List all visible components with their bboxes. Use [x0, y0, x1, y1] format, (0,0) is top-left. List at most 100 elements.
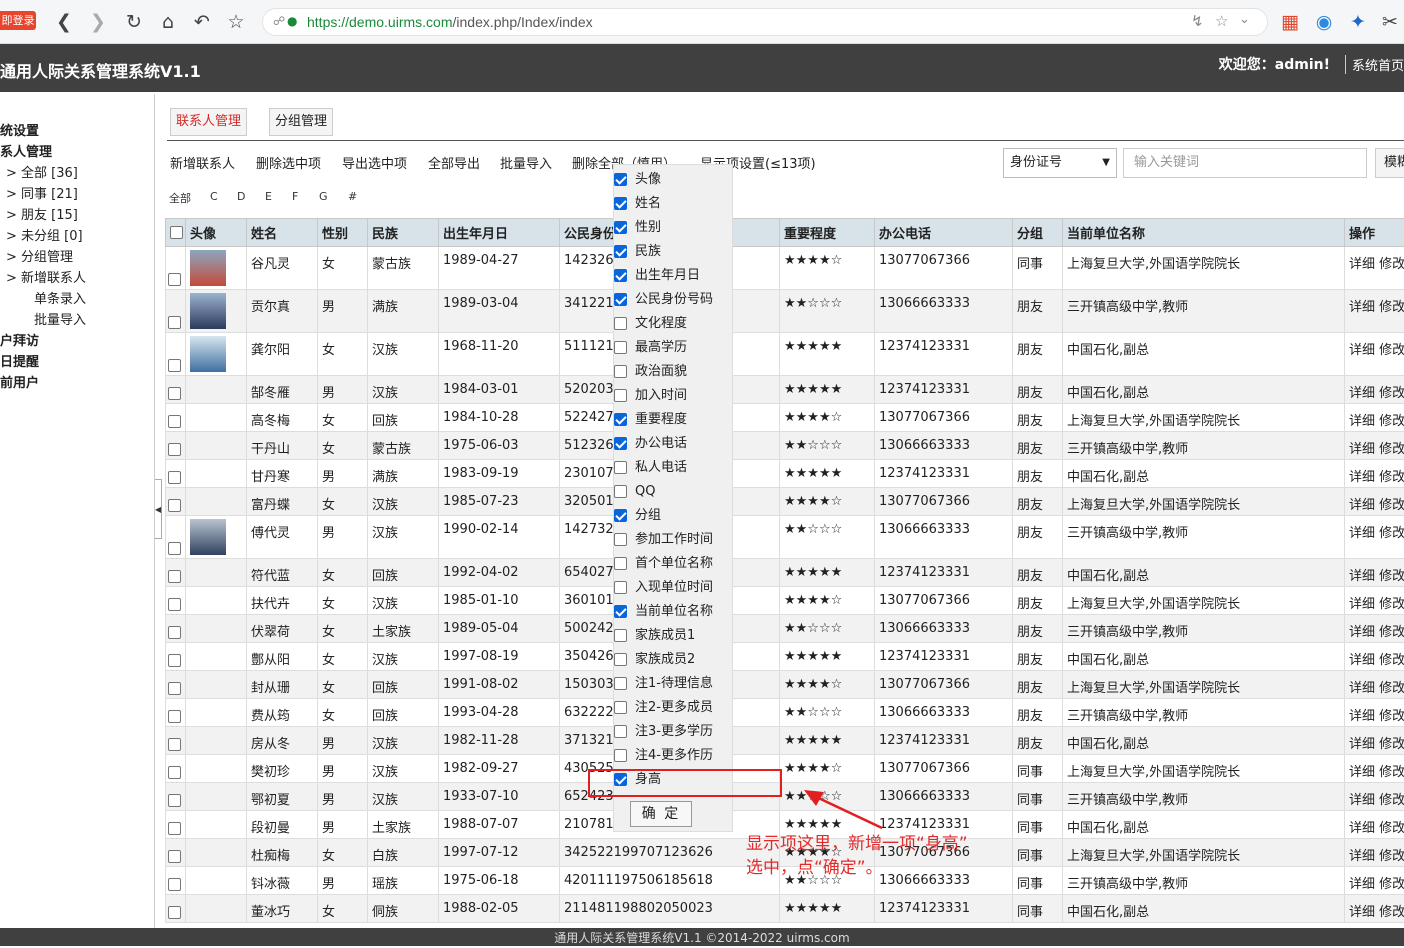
display-option-checkbox[interactable] [614, 269, 627, 282]
search-input[interactable]: 输入关键词 [1123, 148, 1367, 178]
row-ops-links[interactable]: 详细 修改 [1345, 783, 1404, 811]
row-name[interactable]: 董冰巧 [247, 895, 318, 923]
add-contact-button[interactable]: 新增联系人 [170, 153, 235, 172]
display-option-checkbox[interactable] [614, 173, 627, 186]
display-option-checkbox[interactable] [614, 413, 627, 426]
row-name[interactable]: 段初曼 [247, 811, 318, 839]
display-option-checkbox[interactable] [614, 749, 627, 762]
row-name[interactable]: 富丹蝶 [247, 488, 318, 516]
row-checkbox[interactable] [168, 682, 181, 695]
row-ops-links[interactable]: 详细 修改 [1345, 432, 1404, 460]
tab-groups[interactable]: 分组管理 [269, 108, 333, 136]
forward-icon[interactable]: ❯ [86, 10, 110, 34]
avatar[interactable] [190, 519, 226, 555]
letter-filter-c[interactable]: C [210, 190, 218, 203]
row-name[interactable]: 杜痴梅 [247, 839, 318, 867]
row-ops-links[interactable]: 详细 修改 [1345, 643, 1404, 671]
row-ops-links[interactable]: 详细 修改 [1345, 460, 1404, 488]
sidebar-item-colleagues[interactable]: > 同事 [21] [6, 183, 78, 202]
extension-icon[interactable]: ✦ [1346, 10, 1370, 34]
row-ops-links[interactable]: 详细 修改 [1345, 376, 1404, 404]
row-checkbox[interactable] [168, 794, 181, 807]
address-bar[interactable]: ☍ ● https://demo.uirms.com/index.php/Ind… [262, 8, 1268, 36]
row-ops-links[interactable]: 详细 修改 [1345, 615, 1404, 643]
row-name[interactable]: 郜冬雁 [247, 376, 318, 404]
undo-icon[interactable]: ↶ [190, 10, 214, 34]
display-option-checkbox[interactable] [614, 557, 627, 570]
header-office-phone[interactable]: 办公电话 [875, 219, 1013, 247]
row-checkbox[interactable] [168, 906, 181, 919]
row-name[interactable]: 鄂初夏 [247, 783, 318, 811]
row-name[interactable]: 樊初珍 [247, 755, 318, 783]
row-name[interactable]: 谷凡灵 [247, 247, 318, 290]
scissors-icon[interactable]: ✂ [1378, 10, 1402, 34]
display-option-checkbox[interactable] [614, 629, 627, 642]
row-ops-links[interactable]: 详细 修改 [1345, 404, 1404, 432]
letter-filter-f[interactable]: F [292, 190, 298, 203]
row-ops-links[interactable]: 详细 修改 [1345, 699, 1404, 727]
header-importance[interactable]: 重要程度 [780, 219, 875, 247]
delete-selected-button[interactable]: 删除选中项 [256, 153, 321, 172]
row-checkbox[interactable] [168, 316, 181, 329]
row-name[interactable]: 贡尔真 [247, 290, 318, 333]
apps-grid-icon[interactable]: ▦ [1278, 10, 1302, 34]
display-option-checkbox[interactable] [614, 581, 627, 594]
display-option-checkbox[interactable] [614, 317, 627, 330]
sidebar-item-single-entry[interactable]: 单条录入 [34, 288, 86, 307]
row-name[interactable]: 扶代卉 [247, 587, 318, 615]
row-ops-links[interactable]: 详细 修改 [1345, 727, 1404, 755]
sidebar-item-all[interactable]: > 全部 [36] [6, 162, 78, 181]
row-checkbox[interactable] [168, 570, 181, 583]
row-checkbox[interactable] [168, 822, 181, 835]
avatar[interactable] [190, 293, 226, 329]
display-option-checkbox[interactable] [614, 365, 627, 378]
row-checkbox[interactable] [168, 878, 181, 891]
row-name[interactable]: 甘丹寒 [247, 460, 318, 488]
display-option-checkbox[interactable] [614, 461, 627, 474]
display-option-checkbox[interactable] [614, 533, 627, 546]
sidebar-item-contacts[interactable]: 系人管理 [0, 141, 52, 160]
batch-import-button[interactable]: 批量导入 [500, 153, 552, 172]
row-checkbox[interactable] [168, 387, 181, 400]
row-ops-links[interactable]: 详细 修改 [1345, 247, 1404, 290]
header-ethnic[interactable]: 民族 [368, 219, 439, 247]
row-checkbox[interactable] [168, 359, 181, 372]
search-field-select[interactable]: 身份证号▼ [1003, 148, 1117, 178]
row-checkbox[interactable] [168, 542, 181, 555]
letter-filter-g[interactable]: G [319, 190, 328, 203]
display-option-checkbox[interactable] [614, 701, 627, 714]
display-option-checkbox[interactable] [614, 341, 627, 354]
row-checkbox[interactable] [168, 499, 181, 512]
sidebar-item-group-manage[interactable]: > 分组管理 [6, 246, 73, 265]
row-name[interactable]: 符代蓝 [247, 559, 318, 587]
row-checkbox[interactable] [168, 626, 181, 639]
row-checkbox[interactable] [168, 443, 181, 456]
row-name[interactable]: 干丹山 [247, 432, 318, 460]
header-avatar[interactable]: 头像 [186, 219, 247, 247]
sidebar-item-batch-import[interactable]: 批量导入 [34, 309, 86, 328]
row-checkbox[interactable] [168, 273, 181, 286]
display-option-checkbox[interactable] [614, 197, 627, 210]
sidebar-item-add-contact[interactable]: > 新增联系人 [6, 267, 86, 286]
display-option-checkbox[interactable] [614, 389, 627, 402]
row-name[interactable]: 钭冰薇 [247, 867, 318, 895]
row-ops-links[interactable]: 详细 修改 [1345, 755, 1404, 783]
tab-contacts[interactable]: 联系人管理 [170, 108, 247, 136]
row-name[interactable]: 费从筠 [247, 699, 318, 727]
header-name[interactable]: 姓名 [247, 219, 318, 247]
sidebar-item-reminders[interactable]: 日提醒 [0, 351, 39, 370]
row-name[interactable]: 傅代灵 [247, 516, 318, 559]
row-checkbox[interactable] [168, 710, 181, 723]
letter-filter-hash[interactable]: # [348, 190, 357, 203]
display-option-checkbox[interactable] [614, 605, 627, 618]
display-option-checkbox[interactable] [614, 485, 627, 498]
row-checkbox[interactable] [168, 471, 181, 484]
home-icon[interactable]: ⌂ [156, 10, 180, 34]
sidebar-item-ungrouped[interactable]: > 未分组 [0] [6, 225, 83, 244]
display-option-checkbox[interactable] [614, 725, 627, 738]
row-ops-links[interactable]: 详细 修改 [1345, 516, 1404, 559]
header-group[interactable]: 分组 [1013, 219, 1063, 247]
header-gender[interactable]: 性别 [318, 219, 368, 247]
row-checkbox[interactable] [168, 654, 181, 667]
row-checkbox[interactable] [168, 415, 181, 428]
